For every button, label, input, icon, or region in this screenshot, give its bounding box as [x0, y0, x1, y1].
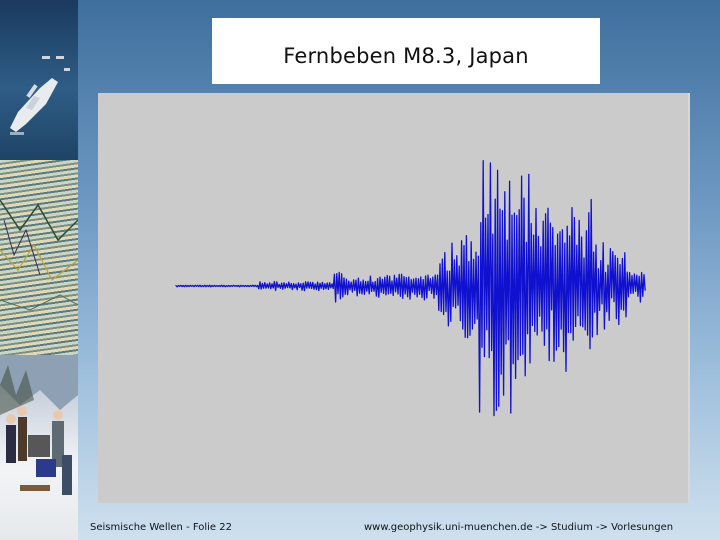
seismic-section-photo — [0, 160, 78, 355]
research-ship-photo — [0, 0, 78, 160]
seismogram-canvas — [175, 160, 646, 417]
footer-url: www.geophysik.uni-muenchen.de -> Studium… — [364, 522, 674, 533]
snow-field-crew-photo — [0, 355, 78, 540]
footer-slide-number: Seismische Wellen - Folie 22 — [90, 522, 232, 533]
slide-title: Fernbeben M8.3, Japan — [283, 44, 529, 68]
slide-title-box: Fernbeben M8.3, Japan — [212, 18, 600, 84]
seismogram-plot — [98, 93, 690, 503]
sidebar-photo-strip — [0, 0, 78, 540]
seismogram-trace — [175, 160, 646, 417]
